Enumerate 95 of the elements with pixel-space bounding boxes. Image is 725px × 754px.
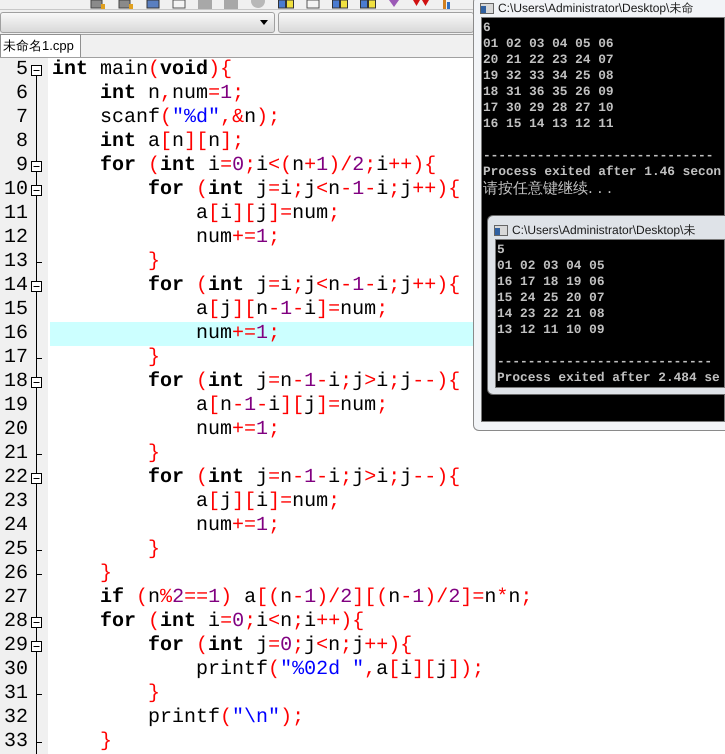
window-title: C:\Users\Administrator\Desktop\未 xyxy=(512,224,696,236)
code-line: for (int i=0;i<(n+1)/2;i++){ xyxy=(99,154,436,178)
code-line: printf("%02d ",a[i][j]); xyxy=(195,658,484,682)
matrix-row-text: 15 24 25 20 07 xyxy=(497,290,605,306)
matrix-row-text: 01 02 03 04 05 06 xyxy=(483,36,614,52)
code-line: a[i][j]=num; xyxy=(195,202,340,226)
code-line: for (int j=n-1-i;j>i;j--){ xyxy=(147,370,460,394)
line-number: 11 xyxy=(2,202,28,226)
matrix-row-text: 19 32 33 34 25 08 xyxy=(483,68,614,84)
matrix-row-text: 01 02 03 04 05 xyxy=(497,258,605,274)
line-number: 7 xyxy=(14,106,28,130)
line-number: 27 xyxy=(2,586,28,610)
line-number: 15 xyxy=(2,298,28,322)
code-line: for (int j=i;j<n-1-i;j++){ xyxy=(147,274,460,298)
code-line: a[n-1-i][j]=num; xyxy=(195,394,388,418)
collapse-icon[interactable] xyxy=(30,617,42,628)
line-number: 33 xyxy=(2,730,28,754)
matrix-row-text: 16 15 14 13 12 11 xyxy=(483,116,614,132)
code-line: } xyxy=(147,682,160,706)
code-line: } xyxy=(99,730,112,754)
separator-text: ------------------------------ xyxy=(483,148,714,164)
disk-icon[interactable] xyxy=(90,0,106,9)
panels-icon[interactable] xyxy=(332,0,348,9)
line-number: 32 xyxy=(2,706,28,730)
collapse-icon[interactable] xyxy=(30,161,42,172)
console-app-icon xyxy=(494,224,508,236)
matrix-row-text: 14 23 22 21 08 xyxy=(497,306,605,322)
line-number: 29 xyxy=(2,634,28,658)
panels-icon[interactable] xyxy=(278,0,294,9)
input-value-text: 5 xyxy=(497,242,505,258)
code-line: num+=1; xyxy=(195,514,280,538)
code-line: for (int j=0;j<n;j++){ xyxy=(147,634,412,658)
line-number: 17 xyxy=(2,346,28,370)
caret-icon xyxy=(260,20,268,24)
panels-icon[interactable] xyxy=(360,0,376,9)
collapse-icon[interactable] xyxy=(30,185,42,196)
exit-status-text: Process exited after 2.484 se xyxy=(497,370,720,386)
line-number: 22 xyxy=(2,466,28,490)
code-line: } xyxy=(147,346,160,370)
line-number: 12 xyxy=(2,226,28,250)
matrix-row-text: 20 21 22 23 24 07 xyxy=(483,52,614,68)
code-line: scanf("%d",&n); xyxy=(99,106,280,130)
code-line: } xyxy=(99,562,112,586)
code-line: for (int j=n-1-i;j>i;j--){ xyxy=(147,466,460,490)
console-app-icon xyxy=(480,2,494,14)
matrix-row-text: 17 30 29 28 27 10 xyxy=(483,100,614,116)
line-number: 20 xyxy=(2,418,28,442)
line-number: 14 xyxy=(2,274,28,298)
file-tab[interactable]: 未命名1.cpp xyxy=(0,34,81,57)
line-number: 9 xyxy=(14,154,28,178)
line-number: 5 xyxy=(14,58,28,82)
code-line: int main(void){ xyxy=(52,58,232,82)
line-number: 25 xyxy=(2,538,28,562)
code-line: num+=1; xyxy=(195,226,280,250)
code-line: } xyxy=(147,250,160,274)
code-line: if (n%2==1) a[(n-1)/2][(n-1)/2]=n*n; xyxy=(99,586,532,610)
code-line: a[j][n-1-i]=num; xyxy=(195,298,388,322)
matrix-row-text: 18 31 36 35 26 09 xyxy=(483,84,614,100)
line-number: 30 xyxy=(2,658,28,682)
exit-status-text: Process exited after 1.46 secon xyxy=(483,164,722,180)
code-line: for (int j=i;j<n-1-i;j++){ xyxy=(147,178,460,202)
code-line: int a[n][n]; xyxy=(99,130,244,154)
separator-text: ---------------------------- xyxy=(497,354,712,370)
collapse-icon[interactable] xyxy=(30,641,42,652)
collapse-icon[interactable] xyxy=(30,377,42,388)
code-line: for (int i=0;i<n;i++){ xyxy=(99,610,364,634)
line-number: 24 xyxy=(2,514,28,538)
line-number: 6 xyxy=(14,82,28,106)
input-value-text: 6 xyxy=(483,20,491,36)
window-title: C:\Users\Administrator\Desktop\未命 xyxy=(498,2,694,14)
code-line: num+=1; xyxy=(195,322,280,346)
code-line: num+=1; xyxy=(195,418,280,442)
matrix-row-text: 13 12 11 10 09 xyxy=(497,322,605,338)
line-number: 19 xyxy=(2,394,28,418)
disk-icon[interactable] xyxy=(118,0,134,9)
matrix-row-text: 16 17 18 19 06 xyxy=(497,274,605,290)
line-number: 28 xyxy=(2,610,28,634)
line-number: 23 xyxy=(2,490,28,514)
continue-prompt: 请按任意键继续. . . xyxy=(483,180,612,196)
line-number: 21 xyxy=(2,442,28,466)
collapse-icon[interactable] xyxy=(30,473,42,484)
code-line: a[j][i]=num; xyxy=(195,490,340,514)
code-line: int n,num=1; xyxy=(99,82,244,106)
line-number: 8 xyxy=(14,130,28,154)
code-line: printf("\n"); xyxy=(147,706,304,730)
collapse-icon[interactable] xyxy=(30,65,42,76)
line-number: 10 xyxy=(2,178,28,202)
line-number: 18 xyxy=(2,370,28,394)
line-number: 31 xyxy=(2,682,28,706)
line-number: 16 xyxy=(2,322,28,346)
line-number: 13 xyxy=(2,250,28,274)
code-line: } xyxy=(147,538,160,562)
line-number: 26 xyxy=(2,562,28,586)
code-line: } xyxy=(147,442,160,466)
collapse-icon[interactable] xyxy=(30,281,42,292)
